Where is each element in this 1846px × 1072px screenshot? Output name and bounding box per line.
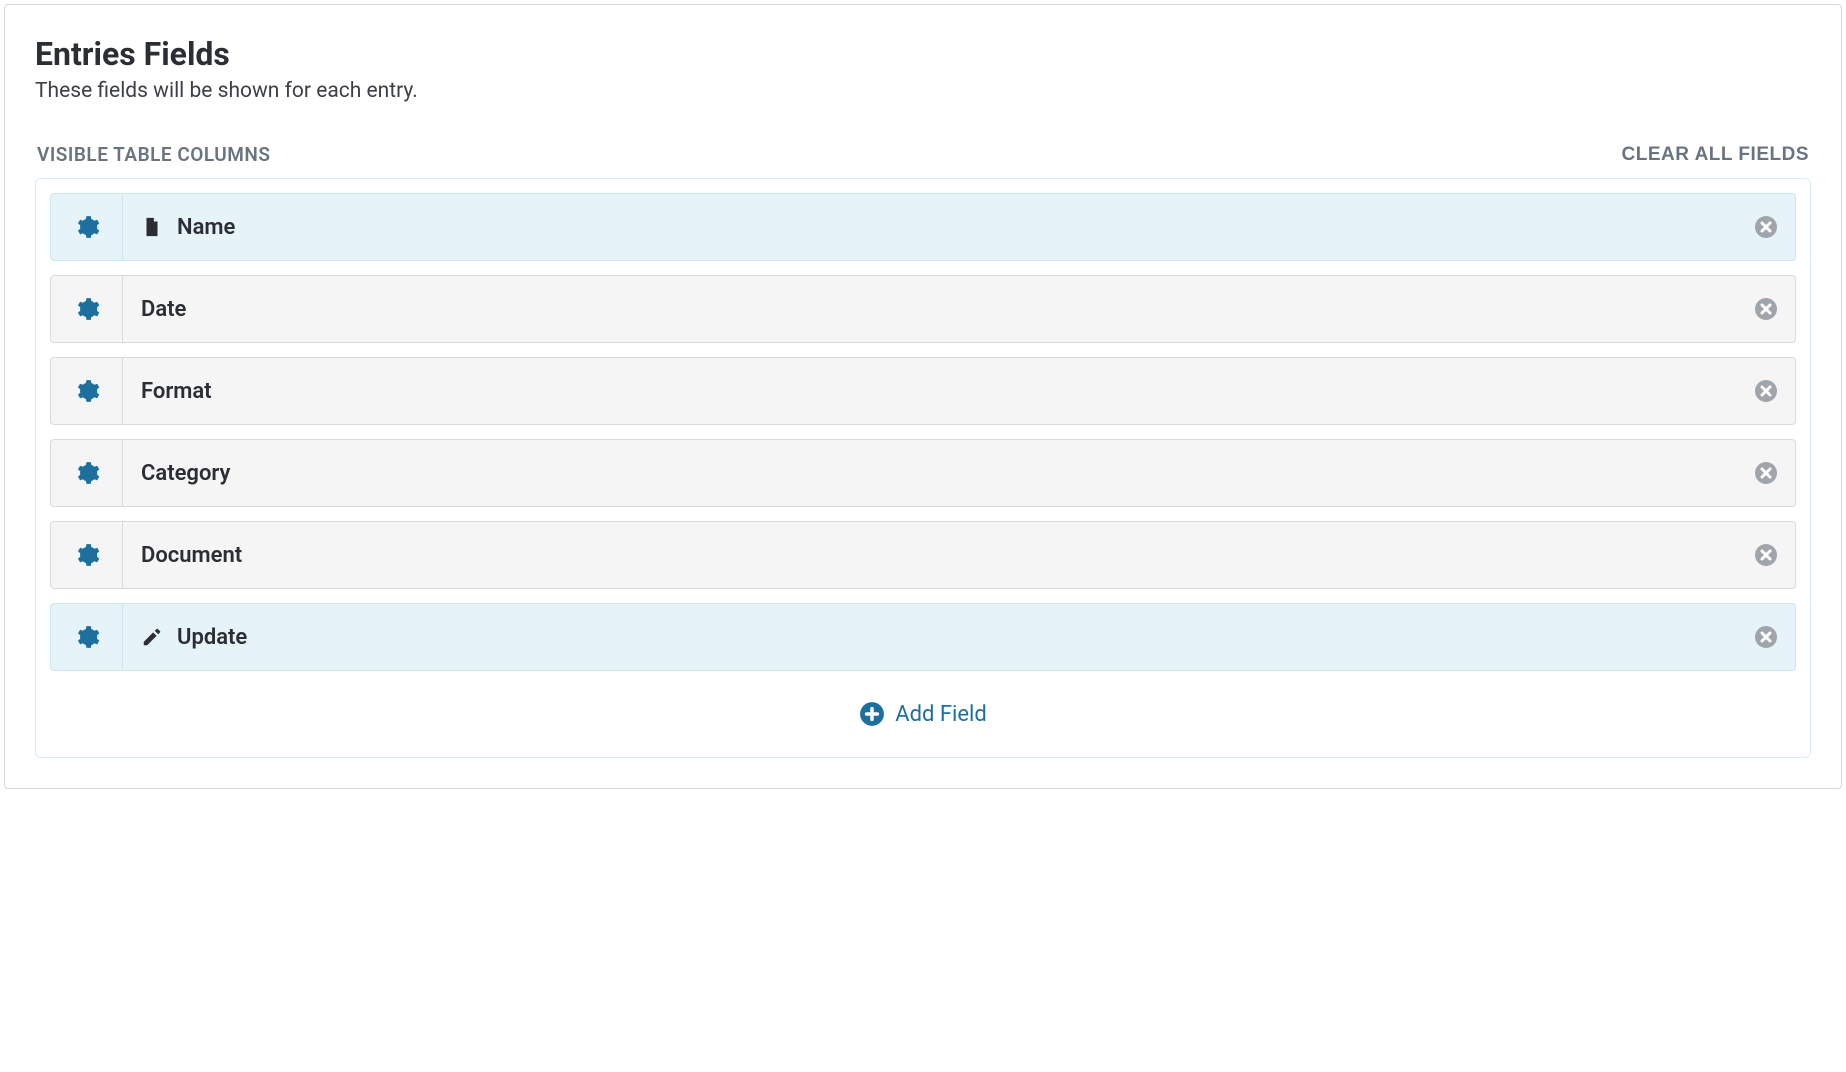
close-circle-icon <box>1754 625 1778 649</box>
field-label-cell: Name <box>123 194 1737 260</box>
close-circle-icon <box>1754 543 1778 567</box>
field-row[interactable]: Document <box>50 521 1796 589</box>
gear-icon <box>74 378 100 404</box>
field-settings-button[interactable] <box>51 604 123 670</box>
gear-icon <box>74 542 100 568</box>
remove-field-button[interactable] <box>1737 440 1795 506</box>
clear-all-fields-button[interactable]: Clear all fields <box>1622 144 1809 166</box>
field-label: Name <box>177 215 235 240</box>
page-subtitle: These fields will be shown for each entr… <box>35 79 1811 103</box>
field-settings-button[interactable] <box>51 522 123 588</box>
gear-icon <box>74 624 100 650</box>
plus-circle-icon <box>859 701 885 727</box>
close-circle-icon <box>1754 379 1778 403</box>
remove-field-button[interactable] <box>1737 604 1795 670</box>
field-label-cell: Document <box>123 522 1737 588</box>
field-label: Update <box>177 625 247 650</box>
fields-list-container: Name Date Format Category Document Update Add… <box>35 178 1811 758</box>
field-row[interactable]: Date <box>50 275 1796 343</box>
remove-field-button[interactable] <box>1737 358 1795 424</box>
remove-field-button[interactable] <box>1737 194 1795 260</box>
add-field-label: Add Field <box>895 702 987 727</box>
field-settings-button[interactable] <box>51 276 123 342</box>
close-circle-icon <box>1754 297 1778 321</box>
edit-icon <box>141 626 163 648</box>
field-settings-button[interactable] <box>51 194 123 260</box>
field-row[interactable]: Format <box>50 357 1796 425</box>
add-field-button[interactable]: Add Field <box>50 701 1796 727</box>
close-circle-icon <box>1754 461 1778 485</box>
field-label-cell: Date <box>123 276 1737 342</box>
field-row[interactable]: Category <box>50 439 1796 507</box>
page-title: Entries Fields <box>35 35 1811 73</box>
columns-header: Visible Table Columns Clear all fields <box>35 143 1811 166</box>
visible-columns-label: Visible Table Columns <box>37 143 270 166</box>
field-label-cell: Category <box>123 440 1737 506</box>
field-label: Category <box>141 461 230 486</box>
entries-fields-panel: Entries Fields These fields will be show… <box>4 4 1842 789</box>
field-label-cell: Format <box>123 358 1737 424</box>
close-circle-icon <box>1754 215 1778 239</box>
gear-icon <box>74 214 100 240</box>
field-label: Format <box>141 379 212 404</box>
field-label: Date <box>141 297 186 322</box>
field-settings-button[interactable] <box>51 440 123 506</box>
file-icon <box>141 216 163 238</box>
gear-icon <box>74 296 100 322</box>
field-label-cell: Update <box>123 604 1737 670</box>
field-row[interactable]: Update <box>50 603 1796 671</box>
remove-field-button[interactable] <box>1737 276 1795 342</box>
field-row[interactable]: Name <box>50 193 1796 261</box>
remove-field-button[interactable] <box>1737 522 1795 588</box>
field-settings-button[interactable] <box>51 358 123 424</box>
field-label: Document <box>141 543 242 568</box>
gear-icon <box>74 460 100 486</box>
